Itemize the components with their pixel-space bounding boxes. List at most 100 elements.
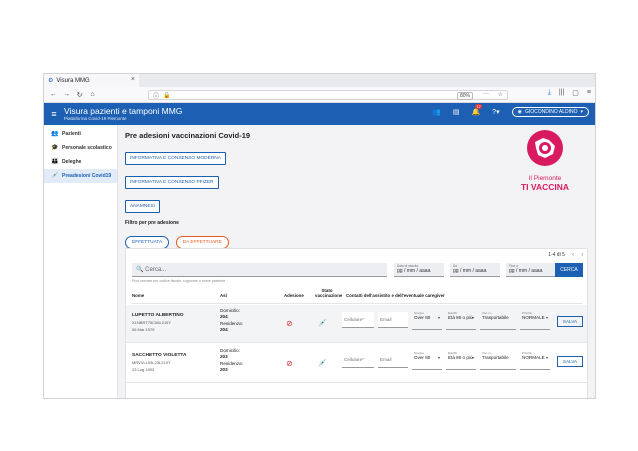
back-icon[interactable]: ← xyxy=(48,91,59,98)
search-button[interactable]: CERCA xyxy=(555,263,583,277)
tab-title: Visura MMG xyxy=(56,77,90,84)
close-tab-icon[interactable]: × xyxy=(131,76,135,83)
browser-window: ⚙ Visura MMG × ← → ↻ ⌂ ⓘ 🔒 80% ··· ☆ ⤓ |… xyxy=(43,73,596,399)
piemonte-logo: Il Piemonte TI VACCINA xyxy=(509,128,581,192)
sidebar-item-deleghe[interactable]: 👪 Deleghe xyxy=(44,155,117,169)
page-actions-icon[interactable]: ··· xyxy=(483,91,489,97)
people-icon: 👥 xyxy=(51,131,59,137)
url-bar[interactable]: ⓘ 🔒 80% ··· ☆ xyxy=(148,90,508,100)
info-icon[interactable]: ⓘ xyxy=(153,91,159,100)
save-button[interactable]: SALVA xyxy=(557,356,583,367)
search-hint: Puoi cercare per codice fiscale, cognome… xyxy=(132,279,226,283)
group-icon[interactable]: 👥 xyxy=(432,108,441,116)
eta-select[interactable]: Età 80 Età 80 o più ▾ xyxy=(446,350,476,370)
table-row: LUPETTO ALBERTINO XLNBRT75C06L219Y 06 Ma… xyxy=(126,305,587,343)
priorita-select[interactable]: Priorità NORMALE ▾ xyxy=(520,350,550,370)
next-page-icon[interactable]: › xyxy=(581,252,583,258)
cellulare-input[interactable]: Cellulare* xyxy=(342,352,374,368)
residenza-label: Residenza: xyxy=(220,361,243,366)
cellulare-input[interactable]: Cellulare* xyxy=(342,312,374,328)
residenza-value: 203 xyxy=(220,366,228,372)
sidebar-item-pazienti[interactable]: 👥 Pazienti xyxy=(44,127,117,141)
sidebar-item-personale[interactable]: 🎓 Personale scolastico xyxy=(44,141,117,155)
logo-line1: Il Piemonte xyxy=(528,175,562,182)
domicilio-value: 204 xyxy=(220,313,228,319)
gruppo-select[interactable]: Gruppo Over 80 ▾ xyxy=(412,310,442,330)
categoria-select[interactable]: Cat. m... Trasportabile xyxy=(480,350,516,370)
email-input[interactable]: Email xyxy=(378,312,408,328)
chevron-down-icon: ▾ xyxy=(580,109,583,115)
pfizer-consent-button[interactable]: INFORMATIVA E CONSENSO PFIZER xyxy=(125,176,219,189)
reload-icon[interactable]: ↻ xyxy=(74,91,85,99)
residenza-label: Residenza: xyxy=(220,321,243,326)
notification-icon[interactable]: 🔔 17 xyxy=(471,104,482,116)
dropdown-arrow-icon: ▾ xyxy=(437,355,440,360)
user-menu[interactable]: ◉ GIOCONDINO ALDINO ▾ xyxy=(511,107,589,117)
priorita-select[interactable]: Priorità NORMALE ▾ xyxy=(520,310,550,330)
patients-table-card: 1-4 di 5 ‹ › 🔍 Cerca... Data di nascita … xyxy=(125,248,588,398)
sidebar: 👥 Pazienti 🎓 Personale scolastico 👪 Dele… xyxy=(44,125,118,398)
dropdown-arrow-icon: ▾ xyxy=(545,315,548,320)
user-name: GIOCONDINO ALDINO xyxy=(524,109,578,115)
browser-tab[interactable]: ⚙ Visura MMG × xyxy=(44,74,139,87)
app-subtitle: Piattaforma Covid-19 Piemonte xyxy=(64,115,127,121)
table-row: SACCHETTO VIOLETTA MRVVLL93L23L219Y 23 L… xyxy=(126,345,587,383)
no-adesione-icon: ⊘ xyxy=(286,319,293,328)
date-to-field[interactable]: Fino a gg / mm / aaaa xyxy=(506,263,556,277)
nav-bar: ← → ↻ ⌂ ⓘ 🔒 80% ··· ☆ ⤓ ||| ▢ ≡ xyxy=(44,87,595,103)
help-icon[interactable]: ?▾ xyxy=(492,108,499,116)
sidebar-item-label: Preadesioni Covid19 xyxy=(62,173,112,179)
anamnesi-button[interactable]: ANAMNESI xyxy=(125,200,161,213)
categoria-select[interactable]: Cat. m... Trasportabile xyxy=(480,310,516,330)
domicilio-value: 203 xyxy=(220,353,228,359)
app-header: ≡ Visura pazienti e tamponi MMG Piattafo… xyxy=(44,103,595,125)
forward-icon[interactable]: → xyxy=(61,91,72,98)
sidebar-item-label: Deleghe xyxy=(62,159,82,165)
sidebar-item-label: Pazienti xyxy=(62,131,81,137)
hamburger-icon[interactable]: ≡ xyxy=(44,109,64,119)
save-button[interactable]: SALVA xyxy=(557,316,583,327)
school-icon: 🎓 xyxy=(51,145,59,151)
home-icon[interactable]: ⌂ xyxy=(87,91,98,98)
col-asl: Asl xyxy=(220,293,227,298)
no-adesione-icon: ⊘ xyxy=(286,359,293,368)
download-icon[interactable]: ⤓ xyxy=(548,89,551,97)
tab-strip: ⚙ Visura MMG × xyxy=(44,74,595,87)
birthdate-field[interactable]: Data di nascita gg / mm / aaaa xyxy=(394,263,444,277)
syringe-icon: 💉 xyxy=(318,320,327,327)
chat-icon[interactable]: ▤ xyxy=(453,108,460,116)
date-from-field[interactable]: Da gg / mm / aaaa xyxy=(450,263,500,277)
eta-select[interactable]: Età 80 Età 80 o più ▾ xyxy=(446,310,476,330)
pager-text: 1-4 di 5 xyxy=(548,252,565,258)
domicilio-label: Domicilio: xyxy=(220,308,240,313)
sidebar-toggle-icon[interactable]: ▢ xyxy=(572,89,579,97)
col-adesione: Adesione xyxy=(284,293,304,298)
sidebar-item-preadesioni[interactable]: 💉 Preadesioni Covid19 xyxy=(44,169,117,183)
patient-birthdate: 06 Mar 1975 xyxy=(132,327,155,332)
patient-birthdate: 23 Lug 1993 xyxy=(132,367,155,372)
patient-name: SACCHETTO VIOLETTA xyxy=(132,353,187,358)
dropdown-arrow-icon: ▾ xyxy=(545,355,548,360)
menu-icon[interactable]: ≡ xyxy=(587,89,591,97)
dropdown-arrow-icon: ▾ xyxy=(471,355,474,360)
residenza-value: 204 xyxy=(220,326,228,332)
zoom-level[interactable]: 80% xyxy=(456,92,473,100)
search-input[interactable]: 🔍 Cerca... xyxy=(132,263,387,277)
syringe-icon: 💉 xyxy=(318,360,327,367)
bookmark-star-icon[interactable]: ☆ xyxy=(498,91,503,98)
user-avatar-icon: ◉ xyxy=(517,109,522,115)
dropdown-arrow-icon: ▾ xyxy=(437,315,440,320)
table-header: Nome Asl Adesione Stato vaccinazione Con… xyxy=(132,288,583,304)
prev-page-icon[interactable]: ‹ xyxy=(572,252,574,258)
pagination: 1-4 di 5 ‹ › xyxy=(542,252,583,258)
patient-name: LUPETTO ALBERTINO xyxy=(132,313,184,318)
syringe-icon: 💉 xyxy=(51,173,59,179)
gruppo-select[interactable]: Gruppo Over 80 ▾ xyxy=(412,350,442,370)
group-icon: 👪 xyxy=(51,159,59,165)
patient-cf: MRVVLL93L23L219Y xyxy=(132,360,171,365)
email-input[interactable]: Email xyxy=(378,352,408,368)
sidebar-item-label: Personale scolastico xyxy=(62,145,112,151)
search-icon: 🔍 xyxy=(136,267,144,273)
library-icon[interactable]: ||| xyxy=(559,89,564,97)
moderna-consent-button[interactable]: INFORMATIVA E CONSENSO MODERNA xyxy=(125,152,226,165)
